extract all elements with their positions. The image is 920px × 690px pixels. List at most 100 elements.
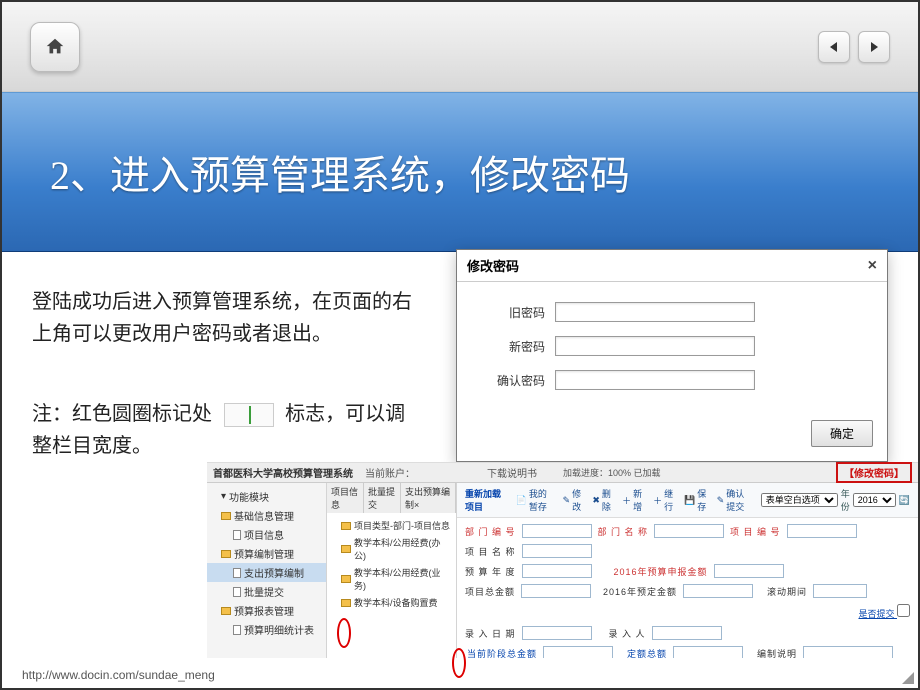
mid-tab[interactable]: 批量提交 (364, 483, 401, 513)
toolbar-delete[interactable]: ✖ 删除 (592, 487, 614, 513)
toolbar-save[interactable]: 💾 保存 (684, 487, 709, 513)
slide-note: 注：红色圆圈标记处 标志，可以调整栏目宽度。 (32, 398, 412, 462)
red-circle-marker (452, 648, 466, 678)
confirm-password-input[interactable] (555, 370, 755, 390)
page-icon (233, 625, 241, 635)
form-label: 项目总金额 (465, 585, 515, 598)
remark-input[interactable] (803, 646, 893, 658)
stage-total-input[interactable] (543, 646, 613, 658)
toolbar-draft[interactable]: 📄 我的暂存 (516, 487, 555, 513)
toolbar-add[interactable]: ＋ 新增 (622, 487, 645, 513)
tree-root[interactable]: 项目类型-部门-项目信息 (327, 517, 456, 534)
toolbar-edit[interactable]: ✎ 修改 (563, 487, 585, 513)
sidebar-item-selected[interactable]: 支出预算编制 (207, 563, 326, 582)
next-slide-button[interactable] (858, 31, 890, 63)
change-password-dialog: 修改密码 × 旧密码 新密码 确认密码 确定 (456, 249, 888, 462)
dialog-title: 修改密码 (467, 256, 519, 275)
sidebar-item[interactable]: 预算报表管理 (207, 601, 326, 620)
form-label: 部 门 编 号 (465, 525, 516, 538)
folder-icon (221, 607, 231, 615)
year-label: 年份 (841, 487, 850, 513)
confirm-password-label: 确认密码 (475, 372, 545, 389)
sidebar-item[interactable]: 预算编制管理 (207, 544, 326, 563)
proj-name-input[interactable] (522, 544, 592, 558)
mid-tab[interactable]: 项目信息 (327, 483, 364, 513)
tree-item[interactable]: 教学本科/公用经费(办公) (327, 534, 456, 564)
proj-code-input[interactable] (787, 524, 857, 538)
page-icon (233, 568, 241, 578)
home-button[interactable] (30, 22, 80, 72)
toolbar-reload[interactable]: 重新加载项目 (465, 487, 508, 513)
folder-icon (341, 545, 351, 553)
tree-item[interactable]: 教学本科/设备购置费 (327, 594, 456, 611)
scheduled-amount-input[interactable] (683, 584, 753, 598)
new-password-label: 新密码 (475, 338, 545, 355)
entry-person-input[interactable] (652, 626, 722, 640)
form-label: 录 入 人 (598, 627, 646, 640)
sidebar-item[interactable]: 批量提交 (207, 582, 326, 601)
declare-amount-input[interactable] (714, 564, 784, 578)
submit-toggle-link[interactable]: 是否提交 (858, 604, 910, 620)
form-label: 2016年预定金额 (597, 585, 677, 598)
quota-total-input[interactable] (673, 646, 743, 658)
form-label: 2016年预算申报金额 (598, 565, 708, 578)
toolbar-addrow[interactable]: ＋ 继行 (653, 487, 676, 513)
toolbar-submit[interactable]: ✎ 确认提交 (717, 487, 753, 513)
budget-year-input[interactable] (522, 564, 592, 578)
sidebar-root[interactable]: ▾ 功能模块 (207, 487, 326, 506)
dept-code-input[interactable] (522, 524, 592, 538)
confirm-button[interactable]: 确定 (811, 420, 873, 447)
footer-url: http://www.docin.com/sundae_meng (22, 668, 215, 682)
sidebar-item[interactable]: 基础信息管理 (207, 506, 326, 525)
form-label: 滚动期间 (759, 585, 807, 598)
folder-icon (341, 575, 351, 583)
form-blank-select[interactable]: 表单空白选项 (761, 493, 838, 507)
rolling-period-input[interactable] (813, 584, 867, 598)
resize-grip-icon[interactable] (900, 670, 914, 684)
column-resize-marker (224, 403, 274, 427)
year-select[interactable]: 2016 (853, 493, 896, 507)
folder-icon (341, 599, 351, 607)
submit-checkbox[interactable] (897, 604, 910, 617)
dept-name-input[interactable] (654, 524, 724, 538)
home-icon (44, 36, 66, 58)
current-account-label: 当前账户： (359, 465, 421, 480)
refresh-icon[interactable]: 🔄 (899, 495, 910, 506)
slide-description: 登陆成功后进入预算管理系统，在页面的右上角可以更改用户密码或者退出。 (32, 286, 412, 350)
form-label[interactable]: 定额总额 (619, 647, 667, 659)
old-password-label: 旧密码 (475, 304, 545, 321)
app-sidebar: ▾ 功能模块 基础信息管理 项目信息 预算编制管理 支出预算编制 批量提交 预算… (207, 483, 327, 658)
folder-icon (221, 550, 231, 558)
app-title: 首都医科大学高校预算管理系统 (207, 465, 359, 480)
new-password-input[interactable] (555, 336, 755, 356)
old-password-input[interactable] (555, 302, 755, 322)
form-label: 项 目 编 号 (730, 525, 781, 538)
entry-date-input[interactable] (522, 626, 592, 640)
form-label: 编制说明 (749, 647, 797, 659)
form-label: 预 算 年 度 (465, 565, 516, 578)
total-amount-input[interactable] (521, 584, 591, 598)
sidebar-item[interactable]: 项目信息 (207, 525, 326, 544)
folder-icon (341, 522, 351, 530)
budget-app: 首都医科大学高校预算管理系统 当前账户： 下载说明书 加载进度：100% 已加载… (207, 462, 918, 658)
form-label: 项 目 名 称 (465, 545, 516, 558)
page-icon (233, 530, 241, 540)
folder-icon (221, 512, 231, 520)
sidebar-item[interactable]: 预算明细统计表 (207, 620, 326, 639)
slide-title: 2、进入预算管理系统，修改密码 (50, 143, 630, 201)
triangle-right-icon (868, 41, 880, 53)
triangle-left-icon (828, 41, 840, 53)
prev-slide-button[interactable] (818, 31, 850, 63)
page-icon (233, 587, 241, 597)
download-manual-link[interactable]: 下载说明书 (481, 465, 543, 480)
red-circle-marker (337, 618, 351, 648)
load-progress: 加载进度：100% 已加载 (563, 466, 661, 479)
mid-tab[interactable]: 支出预算编制× (401, 483, 456, 513)
change-password-link[interactable]: 【修改密码】 (836, 462, 912, 483)
form-label[interactable]: 当前阶段总金额 (465, 647, 537, 659)
form-label: 部 门 名 称 (598, 525, 649, 538)
tree-item[interactable]: 教学本科/公用经费(业务) (327, 564, 456, 594)
dialog-close-button[interactable]: × (868, 257, 877, 275)
form-label: 录 入 日 期 (465, 627, 516, 640)
app-main: 重新加载项目 📄 我的暂存 ✎ 修改 ✖ 删除 ＋ 新增 ＋ 继行 💾 保存 ✎… (457, 483, 918, 658)
